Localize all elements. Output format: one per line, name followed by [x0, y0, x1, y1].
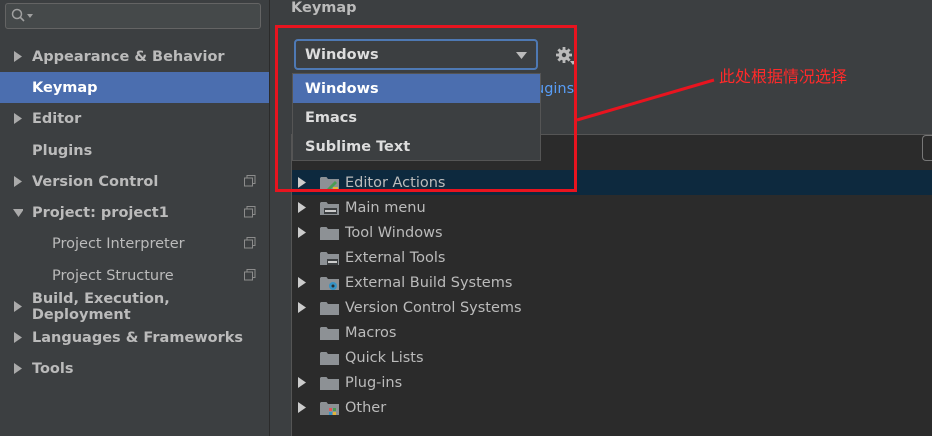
find-shortcut-button[interactable] [922, 135, 932, 161]
folder-icon [320, 326, 339, 340]
dropdown-option-emacs[interactable]: Emacs [293, 103, 540, 132]
expand-arrow-icon[interactable] [297, 227, 307, 239]
expand-arrow-icon[interactable] [297, 402, 307, 414]
sidebar-item-tools[interactable]: Tools [0, 353, 269, 384]
sidebar-item-label: Plugins [32, 142, 93, 159]
expand-arrow-icon[interactable] [13, 51, 23, 63]
other-folder-icon [320, 401, 339, 415]
search-icon [11, 8, 33, 22]
chevron-down-icon [516, 52, 527, 59]
tree-item-label: External Tools [345, 249, 446, 266]
sidebar-item-label: Editor [32, 110, 82, 127]
sidebar-item-project[interactable]: Project: project1 [0, 197, 269, 228]
main-menu-folder-icon [320, 201, 339, 215]
project-settings-icon [244, 206, 256, 218]
tree-item-plug-ins[interactable]: Plug-ins [292, 370, 932, 395]
expand-arrow-icon[interactable] [13, 176, 23, 188]
expand-arrow-icon[interactable] [13, 363, 23, 375]
dropdown-option-windows[interactable]: Windows [293, 74, 540, 103]
tree-item-external-tools[interactable]: External Tools [292, 245, 932, 270]
settings-sidebar: Appearance & Behavior Keymap Editor Plug… [0, 0, 270, 436]
folder-icon [320, 351, 339, 365]
keymap-select-value: Windows [305, 46, 379, 63]
sidebar-item-label: Build, Execution, Deployment [31, 290, 170, 323]
sidebar-item-project-interpreter[interactable]: Project Interpreter [0, 228, 269, 259]
sidebar-item-editor[interactable]: Editor [0, 103, 269, 134]
expand-arrow-icon[interactable] [297, 277, 307, 289]
sidebar-item-keymap[interactable]: Keymap [0, 72, 269, 103]
expand-arrow-icon[interactable] [297, 302, 307, 314]
tree-item-label: Other [345, 399, 387, 416]
sidebar-item-project-structure[interactable]: Project Structure [0, 260, 269, 291]
folder-icon [320, 301, 339, 315]
project-settings-icon [244, 175, 256, 187]
sidebar-item-label: Version Control [32, 173, 159, 190]
collapse-arrow-icon[interactable] [13, 207, 23, 219]
build-systems-folder-icon [320, 276, 339, 290]
expand-arrow-icon[interactable] [297, 202, 307, 214]
sidebar-item-languages-frameworks[interactable]: Languages & Frameworks [0, 322, 269, 353]
sidebar-item-label: Keymap [32, 79, 98, 96]
dropdown-option-sublime-text[interactable]: Sublime Text [293, 132, 540, 161]
tree-item-label: External Build Systems [345, 274, 513, 291]
sidebar-item-label: Languages & Frameworks [32, 329, 244, 346]
folder-icon [320, 226, 339, 240]
sidebar-item-label: Tools [32, 360, 74, 377]
tree-item-macros[interactable]: Macros [292, 320, 932, 345]
folder-icon [320, 376, 339, 390]
sidebar-item-plugins[interactable]: Plugins [0, 135, 269, 166]
actions-tree: Editor Actions Main menu Tool Windows Ex… [291, 134, 932, 436]
sidebar-item-label: Project Interpreter [52, 235, 185, 252]
tree-item-other[interactable]: Other [292, 395, 932, 420]
sidebar-item-build-execution-deployment[interactable]: Build, Execution, Deployment [0, 290, 269, 323]
project-settings-icon [244, 269, 256, 281]
tree-item-editor-actions[interactable]: Editor Actions [292, 170, 932, 195]
tree-item-main-menu[interactable]: Main menu [292, 195, 932, 220]
tree-item-version-control-systems[interactable]: Version Control Systems [292, 295, 932, 320]
keymap-dropdown-list: Windows Emacs Sublime Text [292, 73, 541, 161]
tree-item-label: Tool Windows [345, 224, 443, 241]
settings-search-input[interactable] [5, 3, 261, 29]
expand-arrow-icon[interactable] [13, 301, 23, 313]
tree-item-label: Main menu [345, 199, 426, 216]
sidebar-item-version-control[interactable]: Version Control [0, 166, 269, 197]
expand-arrow-icon[interactable] [297, 177, 307, 189]
tree-item-external-build-systems[interactable]: External Build Systems [292, 270, 932, 295]
project-settings-icon [244, 237, 256, 249]
sidebar-item-appearance-behavior[interactable]: Appearance & Behavior [0, 41, 269, 72]
gear-icon[interactable] [555, 46, 577, 66]
expand-arrow-icon[interactable] [13, 113, 23, 125]
annotation-note: 此处根据情况选择 [719, 67, 848, 86]
keymap-scheme-select[interactable]: Windows [294, 39, 538, 70]
page-title: Keymap [291, 0, 357, 16]
sidebar-item-label: Project Structure [52, 267, 174, 284]
tree-item-label: Macros [345, 324, 397, 341]
expand-arrow-icon[interactable] [297, 377, 307, 389]
sidebar-item-label: Project: project1 [32, 204, 169, 221]
sidebar-item-label: Appearance & Behavior [32, 48, 225, 65]
tree-item-tool-windows[interactable]: Tool Windows [292, 220, 932, 245]
tree-item-label: Editor Actions [345, 174, 446, 191]
editor-actions-folder-icon [320, 176, 339, 191]
tree-item-label: Plug-ins [345, 374, 403, 391]
expand-arrow-icon[interactable] [13, 332, 23, 344]
tree-item-quick-lists[interactable]: Quick Lists [292, 345, 932, 370]
external-tools-folder-icon [320, 251, 339, 265]
tree-item-label: Version Control Systems [345, 299, 522, 316]
tree-item-label: Quick Lists [345, 349, 424, 366]
